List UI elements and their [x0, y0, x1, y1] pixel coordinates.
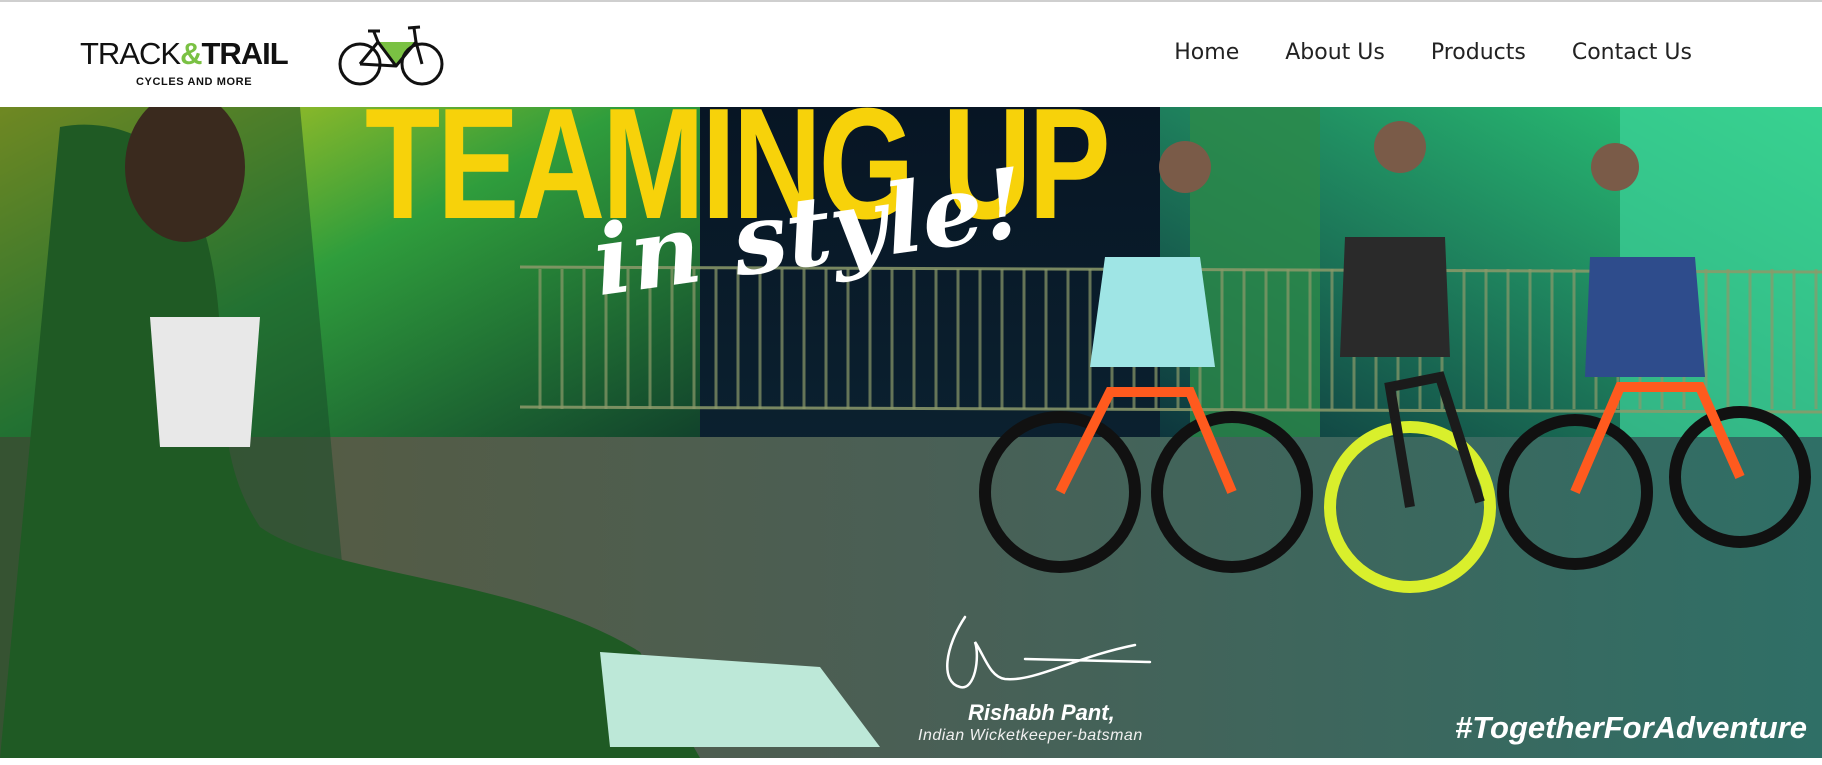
site-header: TRACK&TRAIL CYCLES AND MORE Home About U…: [0, 2, 1822, 107]
signature-graphic: [946, 615, 1152, 689]
brand-tagline: CYCLES AND MORE: [136, 76, 253, 88]
hero-banner[interactable]: TEAMING UP in style! Rishabh Pant, India…: [0, 107, 1822, 758]
nav-contact-us[interactable]: Contact Us: [1572, 40, 1692, 65]
campaign-hashtag: #TogetherForAdventure: [1455, 710, 1807, 745]
brand-logo[interactable]: TRACK&TRAIL CYCLES AND MORE: [80, 22, 450, 92]
bicycle-icon: [338, 25, 444, 86]
bottom-strip: [0, 758, 1822, 765]
brand-wordmark: TRACK&TRAIL: [80, 36, 289, 72]
nav-products[interactable]: Products: [1431, 40, 1526, 65]
brand-word-track: TRACK: [80, 36, 181, 71]
nav-about-us[interactable]: About Us: [1285, 40, 1385, 65]
signer-name: Rishabh Pant,: [968, 700, 1115, 725]
brand-word-trail: TRAIL: [201, 36, 288, 71]
main-navigation: Home About Us Products Contact Us: [1174, 40, 1692, 65]
signer-role: Indian Wicketkeeper-batsman: [918, 727, 1143, 744]
nav-home[interactable]: Home: [1174, 40, 1239, 65]
brand-ampersand: &: [180, 36, 202, 71]
